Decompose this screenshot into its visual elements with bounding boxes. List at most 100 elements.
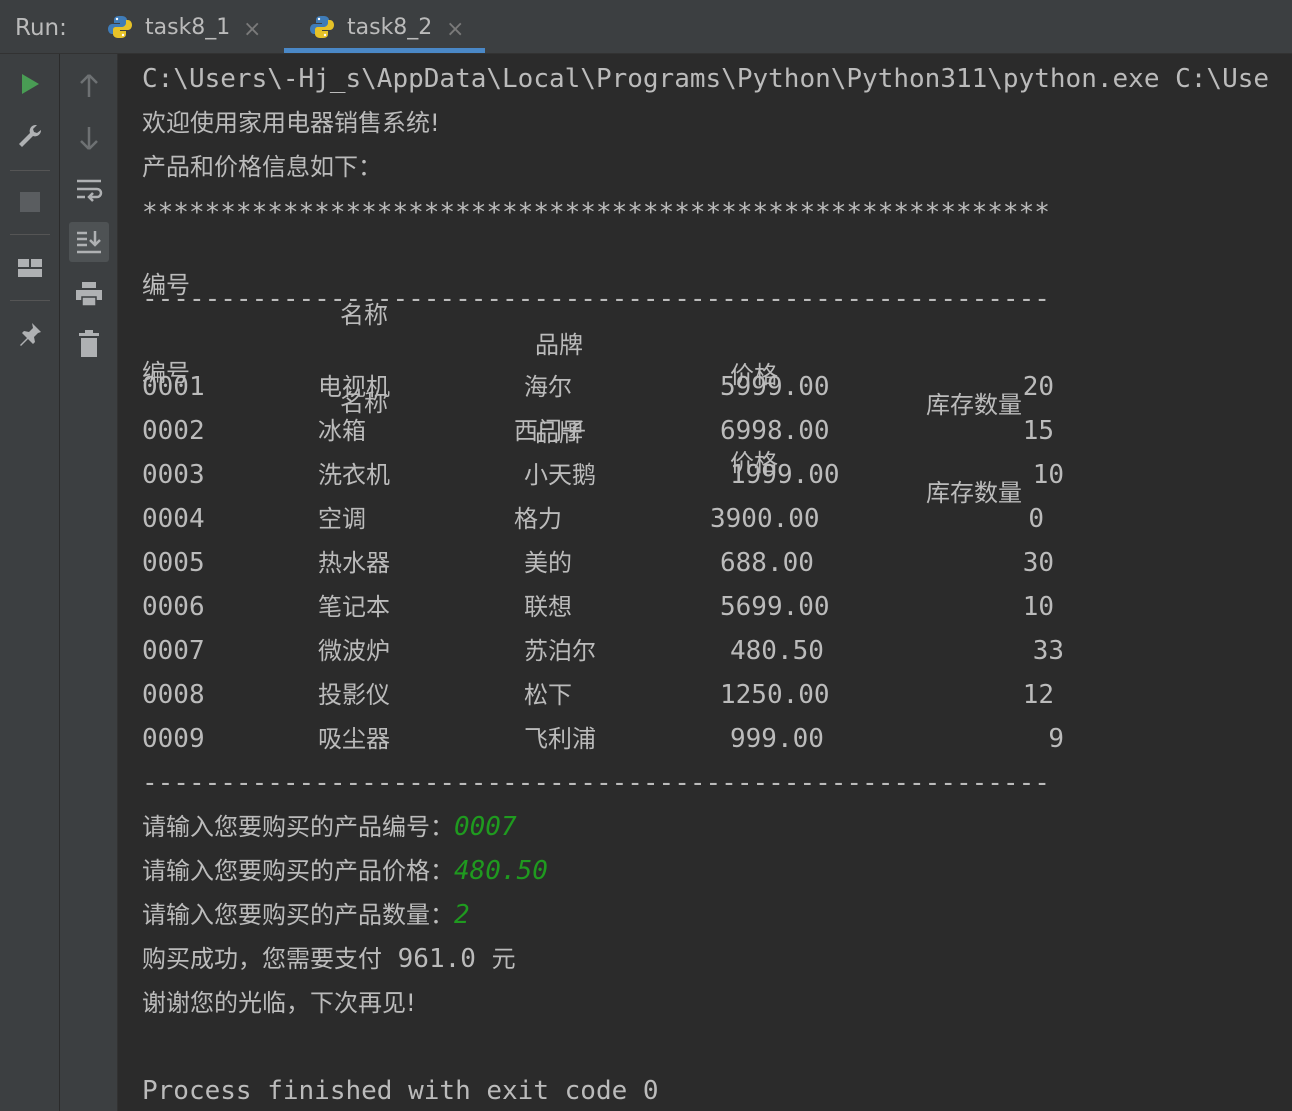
cell-price: 999.00 <box>730 724 824 754</box>
cell-price: 5699.00 <box>720 592 830 622</box>
info-title-line: 产品和价格信息如下： <box>142 153 382 181</box>
soft-wrap-icon <box>77 179 103 202</box>
cell-brand: 松下 <box>524 681 572 709</box>
clear-all-button[interactable] <box>69 324 109 364</box>
close-icon[interactable]: × <box>446 17 464 42</box>
prompt-text: 请输入您要购买的产品数量： <box>142 901 454 929</box>
trash-icon <box>79 330 99 357</box>
prompt-line-id: 请输入您要购买的产品编号：0007 <box>142 812 517 842</box>
layout-button[interactable] <box>10 248 50 288</box>
cell-price: 1999.00 <box>730 460 840 490</box>
table-row: 0009 吸尘器 飞利浦 999.00 9 <box>142 724 1142 754</box>
table-header-1: 编号 名称 品牌 价格 库存数量 <box>142 240 1142 419</box>
cell-stock: 12 <box>1022 680 1054 710</box>
result-prefix: 购买成功，您需要支付 <box>142 945 382 973</box>
arrow-up-icon <box>80 74 98 97</box>
table-row: 0006 笔记本 联想 5699.00 10 <box>142 592 1142 622</box>
cell-price: 3900.00 <box>710 504 820 534</box>
table-row: 0004 空调 格力 3900.00 0 <box>142 504 1142 534</box>
cell-brand: 美的 <box>524 549 572 577</box>
cell-stock: 20 <box>1022 372 1054 402</box>
pin-tab-button[interactable] <box>10 314 50 354</box>
cell-brand: 西门子 <box>514 417 586 445</box>
cell-name: 笔记本 <box>318 593 390 621</box>
cell-name: 洗衣机 <box>318 461 390 489</box>
tab-label: task8_1 <box>145 15 231 40</box>
python-icon <box>108 16 132 38</box>
cell-brand: 苏泊尔 <box>524 637 596 665</box>
cell-price: 1250.00 <box>720 680 830 710</box>
cell-name: 吸尘器 <box>318 725 390 753</box>
scroll-down-button[interactable] <box>69 118 109 158</box>
dash-separator-bottom: ----------------------------------------… <box>142 768 1050 798</box>
run-toolbar-primary <box>0 54 60 1111</box>
soft-wrap-button[interactable] <box>69 170 109 210</box>
cell-name: 空调 <box>318 505 366 533</box>
cell-stock: 9 <box>1048 724 1064 754</box>
print-button[interactable] <box>69 274 109 314</box>
exit-line: Process finished with exit code 0 <box>142 1076 659 1106</box>
table-row: 0001 电视机 海尔 5999.00 20 <box>142 372 1142 402</box>
table-row: 0007 微波炉 苏泊尔 480.50 33 <box>142 636 1142 666</box>
prompt-line-price: 请输入您要购买的产品价格：480.50 <box>142 856 548 886</box>
cell-id: 0007 <box>142 636 205 666</box>
cell-name: 冰箱 <box>318 417 366 445</box>
layout-icon <box>18 259 42 277</box>
cell-stock: 10 <box>1032 460 1064 490</box>
scroll-up-button[interactable] <box>69 66 109 106</box>
console-output[interactable]: C:\Users\-Hj_s\AppData\Local\Programs\Py… <box>118 54 1292 1111</box>
cell-stock: 0 <box>1028 504 1044 534</box>
scroll-to-end-button[interactable] <box>69 222 109 262</box>
cell-id: 0002 <box>142 416 205 446</box>
cell-id: 0003 <box>142 460 205 490</box>
cell-price: 688.00 <box>720 548 814 578</box>
prompt-line-quantity: 请输入您要购买的产品数量：2 <box>142 900 470 930</box>
cell-name: 热水器 <box>318 549 390 577</box>
dash-separator: ----------------------------------------… <box>142 284 1050 314</box>
cell-name: 电视机 <box>318 373 390 401</box>
run-tab-bar: Run: task8_1 × task8_2 × <box>0 0 1292 54</box>
cell-stock: 33 <box>1032 636 1064 666</box>
table-row: 0002 冰箱 西门子 6998.00 15 <box>142 416 1142 446</box>
table-header-2: 编号 名称 品牌 价格 库存数量 <box>142 328 1142 507</box>
rerun-button[interactable] <box>10 64 50 104</box>
cell-brand: 小天鹅 <box>524 461 596 489</box>
stars-separator: ****************************************… <box>142 198 1050 228</box>
cell-brand: 联想 <box>524 593 572 621</box>
cell-id: 0004 <box>142 504 205 534</box>
run-toolbar-secondary <box>60 54 118 1111</box>
welcome-line: 欢迎使用家用电器销售系统! <box>142 109 440 137</box>
tab-task8-2[interactable]: task8_2 × <box>309 0 474 54</box>
cell-name: 投影仪 <box>318 681 390 709</box>
close-icon[interactable]: × <box>243 17 261 42</box>
user-input: 480.50 <box>454 856 548 886</box>
table-row: 0005 热水器 美的 688.00 30 <box>142 548 1142 578</box>
cell-price: 6998.00 <box>720 416 830 446</box>
run-label: Run: <box>15 15 67 41</box>
scroll-to-end-icon <box>77 231 101 254</box>
python-icon <box>310 16 334 38</box>
arrow-down-icon <box>80 127 98 150</box>
print-icon <box>76 282 102 307</box>
cell-brand: 海尔 <box>524 373 572 401</box>
cell-name: 微波炉 <box>318 637 390 665</box>
cell-id: 0009 <box>142 724 205 754</box>
cell-price: 5999.00 <box>720 372 830 402</box>
table-row: 0003 洗衣机 小天鹅 1999.00 10 <box>142 460 1142 490</box>
cell-id: 0008 <box>142 680 205 710</box>
result-amount: 961.0 <box>382 944 492 974</box>
result-suffix: 元 <box>491 945 516 973</box>
cell-brand: 格力 <box>514 505 562 533</box>
wrench-icon <box>19 124 42 147</box>
user-input: 2 <box>454 900 470 930</box>
rerun-icon <box>22 74 39 94</box>
settings-button[interactable] <box>10 116 50 156</box>
cell-id: 0005 <box>142 548 205 578</box>
cell-id: 0006 <box>142 592 205 622</box>
stop-button[interactable] <box>10 182 50 222</box>
tab-task8-1[interactable]: task8_1 × <box>107 0 267 54</box>
cell-stock: 10 <box>1022 592 1054 622</box>
cell-brand: 飞利浦 <box>524 725 596 753</box>
prompt-text: 请输入您要购买的产品编号： <box>142 813 454 841</box>
command-line: C:\Users\-Hj_s\AppData\Local\Programs\Py… <box>142 64 1270 94</box>
